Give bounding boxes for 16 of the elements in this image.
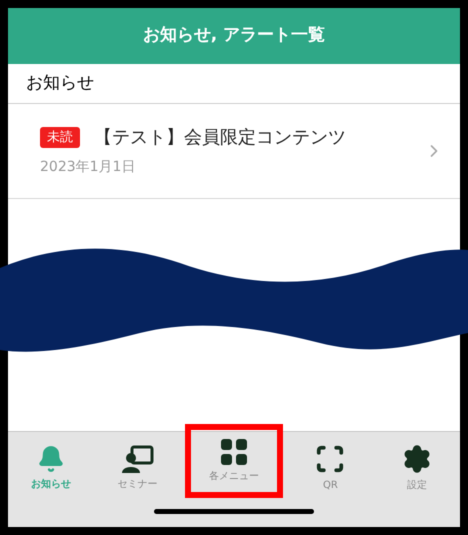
grid-icon bbox=[221, 438, 248, 464]
section-title: お知らせ bbox=[26, 72, 94, 95]
unread-badge: 未読 bbox=[40, 126, 80, 148]
tab-button[interactable]: QR bbox=[287, 438, 374, 498]
tab-button[interactable]: 設定 bbox=[374, 438, 460, 498]
tab-button[interactable]: お知らせ bbox=[8, 438, 94, 498]
notice-date: 2023年1月1日 bbox=[40, 158, 136, 177]
bell-icon bbox=[37, 444, 66, 472]
presenter-icon bbox=[122, 444, 154, 472]
scan-icon bbox=[315, 444, 346, 474]
notice-title: 【テスト】会員限定コンテンツ bbox=[94, 126, 346, 150]
tab-button[interactable]: セミナー bbox=[94, 438, 181, 498]
settings-icon bbox=[402, 444, 432, 474]
header-title: お知らせ, アラート一覧 bbox=[142, 24, 326, 48]
notice-item[interactable]: 未読 【テスト】会員限定コンテンツ 2023年1月1日 bbox=[8, 104, 460, 199]
tab-button[interactable]: 各メニュー bbox=[184, 424, 284, 498]
